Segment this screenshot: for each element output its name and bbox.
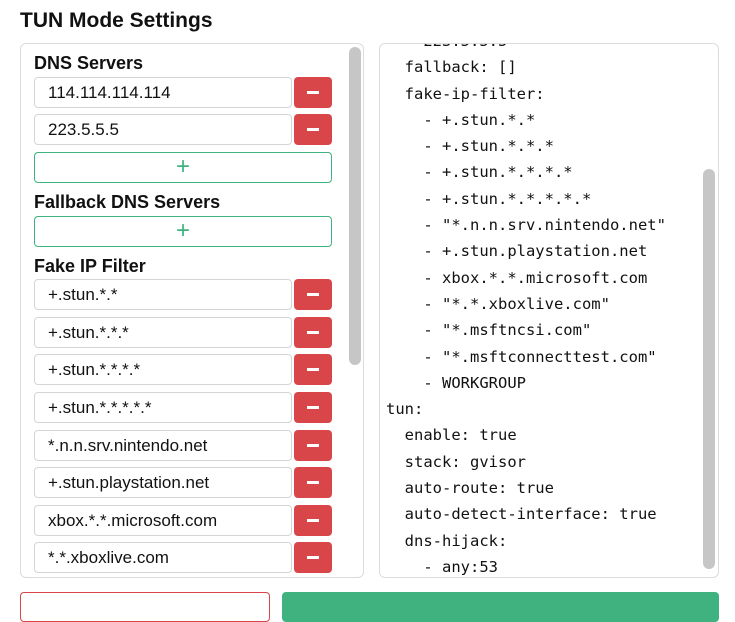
minus-icon <box>307 444 319 447</box>
yaml-line: fallback: [] <box>386 58 517 77</box>
remove-filter-button[interactable] <box>294 505 332 536</box>
fake-ip-filter-input[interactable]: +.stun.*.*.* <box>34 317 292 348</box>
minus-icon <box>307 556 319 559</box>
minus-icon <box>307 331 319 334</box>
minus-icon <box>307 406 319 409</box>
page-title: TUN Mode Settings <box>20 9 213 32</box>
yaml-preview-panel[interactable]: 223.5.5.5 fallback: [] fake-ip-filter: -… <box>379 43 719 578</box>
remove-filter-button[interactable] <box>294 542 332 573</box>
remove-dns-server-button[interactable] <box>294 114 332 145</box>
fake-ip-filter-row: +.stun.*.*.*.*.* <box>34 392 332 423</box>
remove-filter-button[interactable] <box>294 430 332 461</box>
yaml-line: fake-ip-filter: <box>386 84 545 103</box>
remove-filter-button[interactable] <box>294 317 332 348</box>
yaml-line: stack: gvisor <box>386 452 526 471</box>
fake-ip-filter-row: +.stun.*.*.*.* <box>34 354 332 385</box>
fake-ip-filter-input[interactable]: +.stun.*.* <box>34 279 292 310</box>
yaml-line: - +.stun.playstation.net <box>386 242 648 261</box>
yaml-line: 223.5.5.5 <box>386 44 666 54</box>
fallback-dns-heading: Fallback DNS Servers <box>34 192 221 212</box>
remove-filter-button[interactable] <box>294 392 332 423</box>
minus-icon <box>307 368 319 371</box>
minus-icon <box>307 128 319 131</box>
minus-icon <box>307 91 319 94</box>
fake-ip-filter-heading: Fake IP Filter <box>34 256 146 276</box>
save-button[interactable] <box>282 592 719 622</box>
yaml-line: - "*.msftconnecttest.com" <box>386 347 657 366</box>
fake-ip-filter-row: *.*.xboxlive.com <box>34 542 332 573</box>
remove-filter-button[interactable] <box>294 467 332 498</box>
yaml-preview-text: 223.5.5.5 fallback: [] fake-ip-filter: -… <box>386 44 666 577</box>
fake-ip-filter-input[interactable]: *.n.n.srv.nintendo.net <box>34 430 292 461</box>
remove-dns-server-button[interactable] <box>294 77 332 108</box>
dns-servers-heading: DNS Servers <box>34 53 144 73</box>
add-fallback-dns-button[interactable]: + <box>34 216 332 247</box>
fake-ip-filter-input[interactable]: +.stun.*.*.*.* <box>34 354 292 385</box>
fake-ip-filter-input[interactable]: +.stun.*.*.*.*.* <box>34 392 292 423</box>
fake-ip-filter-input[interactable]: xbox.*.*.microsoft.com <box>34 505 292 536</box>
fake-ip-filter-row: *.n.n.srv.nintendo.net <box>34 430 332 461</box>
yaml-line: - +.stun.*.* <box>386 110 536 129</box>
yaml-line: - any:53 <box>386 557 498 576</box>
yaml-line: - "*.msftncsi.com" <box>386 321 592 340</box>
dns-server-input[interactable]: 114.114.114.114 <box>34 77 292 108</box>
yaml-line: - "*.n.n.srv.nintendo.net" <box>386 216 666 235</box>
yaml-line: - "*.*.xboxlive.com" <box>386 294 610 313</box>
minus-icon <box>307 293 319 296</box>
form-scrollbar[interactable] <box>349 47 361 573</box>
yaml-line: - xbox.*.*.microsoft.com <box>386 268 648 287</box>
dns-server-input[interactable]: 223.5.5.5 <box>34 114 292 145</box>
yaml-line: tun: <box>386 400 424 419</box>
fake-ip-filter-input[interactable]: +.stun.playstation.net <box>34 467 292 498</box>
yaml-scrollbar-thumb[interactable] <box>703 169 715 569</box>
minus-icon <box>307 519 319 522</box>
yaml-line: - +.stun.*.*.*.*.* <box>386 189 592 208</box>
yaml-line: enable: true <box>386 426 517 445</box>
form-scrollbar-thumb[interactable] <box>349 47 361 365</box>
fake-ip-filter-row: +.stun.*.*.* <box>34 317 332 348</box>
dns-server-row: 114.114.114.114 <box>34 77 332 108</box>
yaml-line: dns-hijack: <box>386 531 508 550</box>
fake-ip-filter-row: +.stun.*.* <box>34 279 332 310</box>
yaml-line: - WORKGROUP <box>386 373 526 392</box>
fake-ip-filter-row: xbox.*.*.microsoft.com <box>34 505 332 536</box>
yaml-line: auto-route: true <box>386 479 554 498</box>
minus-icon <box>307 481 319 484</box>
yaml-line: auto-detect-interface: true <box>386 505 657 524</box>
yaml-line: - +.stun.*.*.*.* <box>386 163 573 182</box>
add-dns-server-button[interactable]: + <box>34 152 332 183</box>
remove-filter-button[interactable] <box>294 279 332 310</box>
fake-ip-filter-row: +.stun.playstation.net <box>34 467 332 498</box>
remove-filter-button[interactable] <box>294 354 332 385</box>
yaml-line: - +.stun.*.*.* <box>386 137 554 156</box>
fake-ip-filter-input[interactable]: *.*.xboxlive.com <box>34 542 292 573</box>
dns-server-row: 223.5.5.5 <box>34 114 332 145</box>
cancel-button[interactable] <box>20 592 270 622</box>
settings-form-panel: DNS Servers 114.114.114.114 223.5.5.5 + … <box>20 43 364 578</box>
